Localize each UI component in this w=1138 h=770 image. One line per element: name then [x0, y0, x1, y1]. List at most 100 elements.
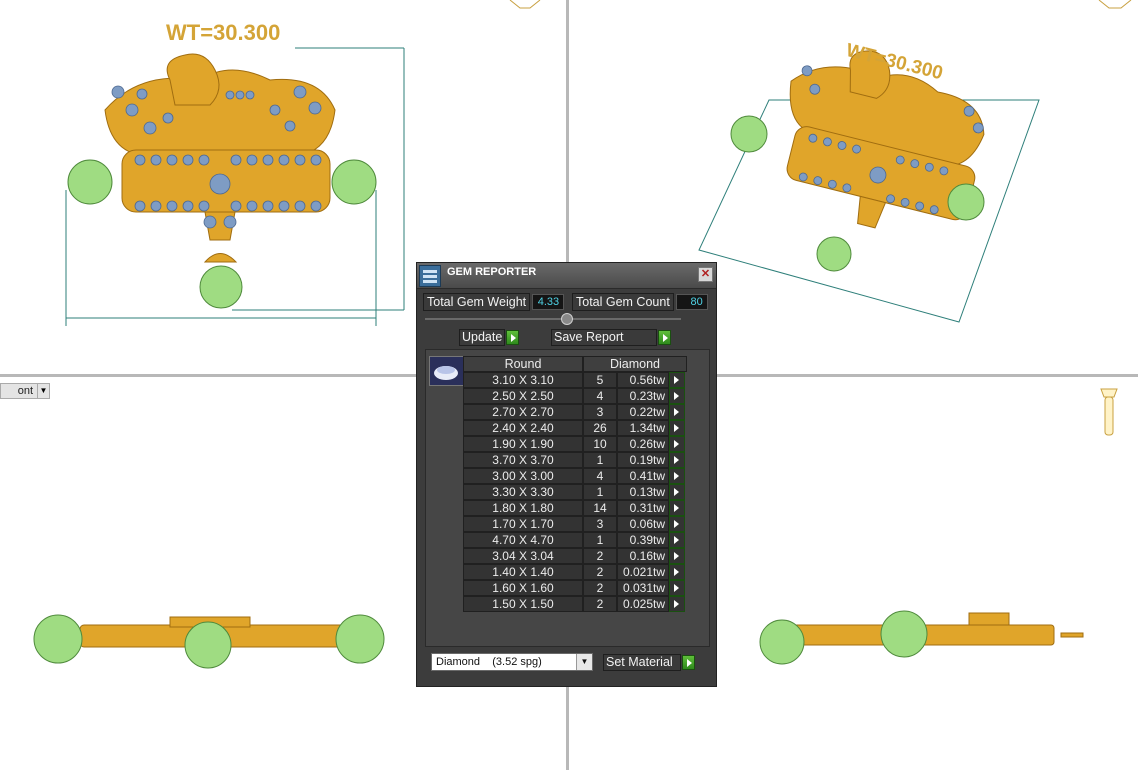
- panel-titlebar[interactable]: GEM REPORTER ✕: [417, 263, 716, 289]
- gem-weight: 0.13tw: [617, 484, 669, 500]
- material-select[interactable]: Diamond (3.52 spg) ▼: [431, 653, 593, 671]
- gem-size: 3.00 X 3.00: [463, 468, 583, 484]
- gem-weight: 0.16tw: [617, 548, 669, 564]
- table-row[interactable]: 3.70 X 3.70 1 0.19tw: [463, 452, 687, 468]
- gem-size: 1.50 X 1.50: [463, 596, 583, 612]
- green-arrow-icon[interactable]: [669, 516, 685, 532]
- green-arrow-icon[interactable]: [669, 532, 685, 548]
- set-material-button-label: Set Material: [603, 654, 681, 671]
- gem-weight: 0.19tw: [617, 452, 669, 468]
- gem-size: 3.10 X 3.10: [463, 372, 583, 388]
- material-header: Diamond: [583, 356, 687, 372]
- gem-count: 1: [583, 532, 617, 548]
- gem-count: 2: [583, 564, 617, 580]
- collapse-toggle[interactable]: [561, 313, 573, 325]
- round-gem-icon[interactable]: [429, 356, 464, 386]
- table-row[interactable]: 1.80 X 1.80 14 0.31tw: [463, 500, 687, 516]
- save-report-button-label: Save Report: [551, 329, 657, 346]
- gem-size: 4.70 X 4.70: [463, 532, 583, 548]
- gem-size: 3.30 X 3.30: [463, 484, 583, 500]
- table-row[interactable]: 1.50 X 1.50 2 0.025tw: [463, 596, 687, 612]
- table-row[interactable]: 1.90 X 1.90 10 0.26tw: [463, 436, 687, 452]
- table-row[interactable]: 2.40 X 2.40 26 1.34tw: [463, 420, 687, 436]
- weight-label: WT=30.300: [166, 20, 281, 45]
- green-arrow-icon[interactable]: [669, 596, 685, 612]
- green-arrow-icon[interactable]: [669, 452, 685, 468]
- gem-count: 5: [583, 372, 617, 388]
- gem-count: 2: [583, 596, 617, 612]
- table-row[interactable]: 2.50 X 2.50 4 0.23tw: [463, 388, 687, 404]
- gem-size: 1.80 X 1.80: [463, 500, 583, 516]
- green-arrow-icon[interactable]: [658, 330, 671, 345]
- green-arrow-icon[interactable]: [669, 548, 685, 564]
- table-row[interactable]: 2.70 X 2.70 3 0.22tw: [463, 404, 687, 420]
- green-arrow-icon[interactable]: [669, 484, 685, 500]
- camera-icon: [1100, 388, 1118, 436]
- green-arrow-icon[interactable]: [669, 372, 685, 388]
- save-report-button[interactable]: Save Report: [551, 329, 671, 346]
- gem-size: 1.70 X 1.70: [463, 516, 583, 532]
- total-gem-weight-value: 4.33: [532, 294, 565, 310]
- gem-size: 2.50 X 2.50: [463, 388, 583, 404]
- gem-size: 1.60 X 1.60: [463, 580, 583, 596]
- green-arrow-icon[interactable]: [506, 330, 520, 345]
- gem-count: 1: [583, 484, 617, 500]
- table-row[interactable]: 3.00 X 3.00 4 0.41tw: [463, 468, 687, 484]
- panel-title: GEM REPORTER: [447, 266, 537, 278]
- gem-size: 3.70 X 3.70: [463, 452, 583, 468]
- gem-weight: 0.23tw: [617, 388, 669, 404]
- gem-weight: 0.26tw: [617, 436, 669, 452]
- gem-weight: 0.025tw: [617, 596, 669, 612]
- gem-table-header: Round Diamond: [463, 356, 687, 372]
- gem-reporter-panel: GEM REPORTER ✕ Total Gem Weight 4.33 Tot…: [416, 262, 717, 687]
- gem-table: Round Diamond 3.10 X 3.10 5 0.56tw 2.50 X 2…: [463, 356, 687, 612]
- close-icon[interactable]: ✕: [698, 267, 713, 282]
- gem-count: 2: [583, 580, 617, 596]
- gem-weight: 0.39tw: [617, 532, 669, 548]
- gem-size: 3.04 X 3.04: [463, 548, 583, 564]
- chevron-down-icon[interactable]: ▼: [576, 654, 592, 670]
- gem-weight: 0.06tw: [617, 516, 669, 532]
- gem-size: 1.90 X 1.90: [463, 436, 583, 452]
- gem-weight: 1.34tw: [617, 420, 669, 436]
- set-material-button[interactable]: Set Material: [603, 654, 695, 671]
- gem-list-area: Round Diamond 3.10 X 3.10 5 0.56tw 2.50 X 2…: [425, 349, 710, 647]
- shape-header: Round: [463, 356, 583, 372]
- green-arrow-icon[interactable]: [669, 420, 685, 436]
- gem-count: 3: [583, 404, 617, 420]
- gem-count: 2: [583, 548, 617, 564]
- green-arrow-icon[interactable]: [669, 564, 685, 580]
- gem-count: 4: [583, 388, 617, 404]
- total-gem-count-value: 80: [675, 294, 708, 310]
- gem-size: 1.40 X 1.40: [463, 564, 583, 580]
- material-select-value: Diamond (3.52 spg): [436, 656, 542, 668]
- green-arrow-icon[interactable]: [669, 580, 685, 596]
- gem-count: 14: [583, 500, 617, 516]
- gem-count: 26: [583, 420, 617, 436]
- total-gem-count-row: Total Gem Count 80: [572, 293, 708, 311]
- green-arrow-icon[interactable]: [669, 404, 685, 420]
- green-arrow-icon[interactable]: [682, 655, 695, 670]
- gem-count: 4: [583, 468, 617, 484]
- gem-table-body: 3.10 X 3.10 5 0.56tw 2.50 X 2.50 4 0.23tw 2.70…: [463, 372, 687, 612]
- table-row[interactable]: 4.70 X 4.70 1 0.39tw: [463, 532, 687, 548]
- gem-size: 2.40 X 2.40: [463, 420, 583, 436]
- table-row[interactable]: 1.40 X 1.40 2 0.021tw: [463, 564, 687, 580]
- total-gem-count-label: Total Gem Count: [572, 293, 674, 311]
- green-arrow-icon[interactable]: [669, 468, 685, 484]
- gem-weight: 0.56tw: [617, 372, 669, 388]
- gem-weight: 0.22tw: [617, 404, 669, 420]
- table-row[interactable]: 3.10 X 3.10 5 0.56tw: [463, 372, 687, 388]
- green-arrow-icon[interactable]: [669, 436, 685, 452]
- table-row[interactable]: 1.70 X 1.70 3 0.06tw: [463, 516, 687, 532]
- table-row[interactable]: 1.60 X 1.60 2 0.031tw: [463, 580, 687, 596]
- gem-weight: 0.41tw: [617, 468, 669, 484]
- green-arrow-icon[interactable]: [669, 500, 685, 516]
- table-row[interactable]: 3.30 X 3.30 1 0.13tw: [463, 484, 687, 500]
- green-arrow-icon[interactable]: [669, 388, 685, 404]
- update-button-label: Update: [459, 329, 506, 346]
- total-gem-weight-row: Total Gem Weight 4.33: [423, 293, 565, 311]
- table-row[interactable]: 3.04 X 3.04 2 0.16tw: [463, 548, 687, 564]
- gem-reporter-icon: [419, 265, 441, 287]
- update-button[interactable]: Update: [459, 329, 520, 346]
